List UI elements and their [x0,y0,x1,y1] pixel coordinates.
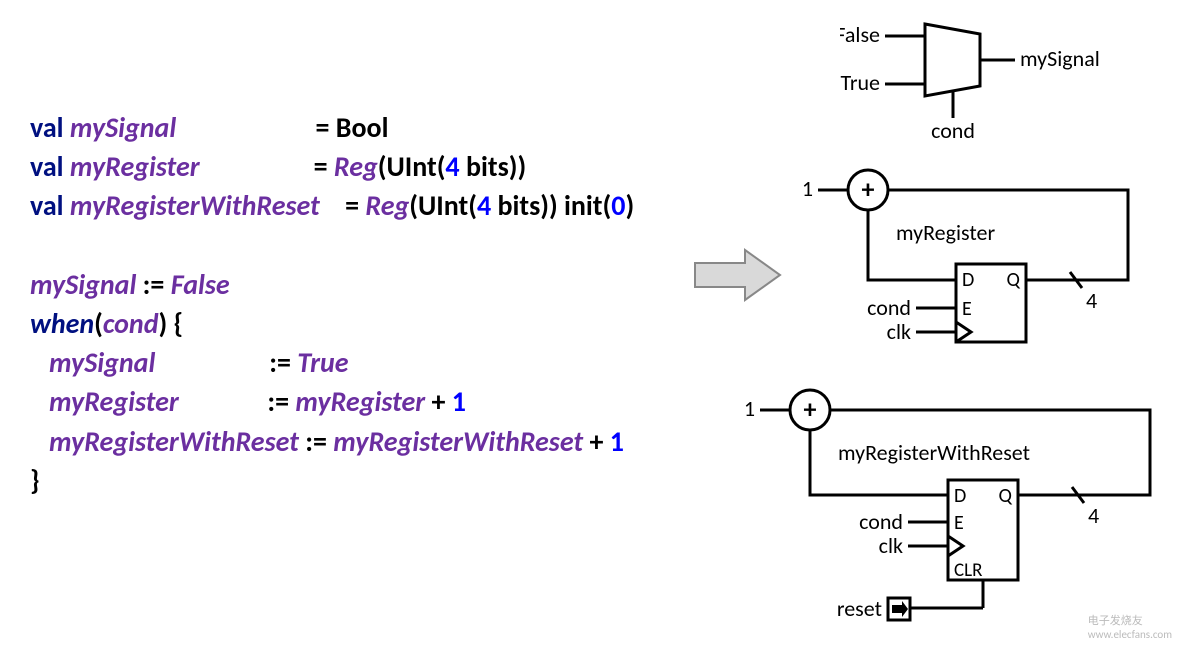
adder-input-one: 1 [802,175,813,202]
watermark-title: 电子发烧友 [1088,612,1172,628]
keyword-val: val [30,110,64,145]
signal-clk: clk [887,318,911,345]
mux-output: mySignal [1020,45,1100,72]
diagram-register-reset: + 1 myRegisterWithReset D Q E CLR cond c… [730,380,1180,640]
paren: ) { [158,306,183,341]
paren: ) [625,188,634,223]
assign-op: := [269,345,291,380]
call-reg: Reg [365,188,409,223]
paren: bits)) init( [491,188,611,223]
rhs-myregister: myRegister [295,384,425,419]
paren: (UInt( [409,188,477,223]
code-line-10: } [30,461,634,500]
identifier-cond: cond [103,306,159,341]
literal-false: False [171,267,230,302]
bus-width: 4 [1088,502,1099,529]
watermark-url: www.elecfans.com [1088,628,1172,641]
identifier-myregister: myRegister [49,384,179,419]
literal-true: True [297,345,348,380]
signal-clk: clk [879,532,903,559]
assign-op: := [143,267,165,302]
port-e: E [954,511,964,535]
port-e: E [962,297,972,321]
diagram-mux: False True mySignal cond [840,6,1170,141]
mux-input-false: False [840,21,880,48]
code-line-9: myRegisterWithReset := myRegisterWithRes… [30,422,634,461]
equals: = [315,110,329,145]
signal-cond: cond [859,508,903,535]
equals: = [314,149,328,184]
code-line-7: mySignal := True [30,343,634,382]
register-reset-label: myRegisterWithReset [838,439,1030,466]
code-block: val mySignal = Bool val myRegister = Reg… [30,108,634,500]
plus: + [589,424,603,459]
code-line-8: myRegister := myRegister + 1 [30,382,634,421]
number-1: 1 [610,424,624,459]
identifier-mysignal: mySignal [30,267,136,302]
port-d: D [954,484,966,508]
identifier-mysignal: mySignal [49,345,155,380]
rhs-myregisterwithreset: myRegisterWithReset [333,424,583,459]
assign-op: := [305,424,327,459]
paren: ( [94,306,103,341]
signal-reset: reset [837,595,882,622]
call-reg: Reg [334,149,378,184]
keyword-val: val [30,149,64,184]
register-label: myRegister [896,219,995,246]
type-bool: Bool [336,110,389,145]
number-1: 1 [452,384,466,419]
diagram-register: + 1 myRegister D Q E cond clk 4 [788,160,1168,355]
port-q: Q [1007,268,1021,292]
number-4: 4 [445,149,459,184]
code-line-2: val myRegister = Reg(UInt(4 bits)) [30,147,634,186]
arrow-icon [690,245,785,305]
adder-input-one: 1 [744,395,755,422]
identifier-myregister: myRegister [70,149,200,184]
identifier-myregisterwithreset: myRegisterWithReset [49,424,299,459]
port-d: D [962,268,974,292]
mux-input-true: True [840,69,880,96]
port-q: Q [999,484,1013,508]
keyword-when: when [30,306,94,341]
number-4: 4 [477,188,491,223]
code-line-1: val mySignal = Bool [30,108,634,147]
code-blank [30,226,634,265]
identifier-myregisterwithreset: myRegisterWithReset [70,188,320,223]
keyword-val: val [30,188,64,223]
number-0: 0 [611,188,625,223]
code-line-3: val myRegisterWithReset = Reg(UInt(4 bit… [30,186,634,225]
signal-cond: cond [867,294,911,321]
equals: = [345,188,359,223]
code-line-5: mySignal := False [30,265,634,304]
close-brace: } [30,463,40,498]
watermark: 电子发烧友 www.elecfans.com [1088,612,1172,641]
adder-plus-icon: + [804,393,817,425]
bus-width: 4 [1086,287,1097,314]
mux-select: cond [931,117,975,141]
assign-op: := [267,384,289,419]
code-line-6: when(cond) { [30,304,634,343]
paren: bits)) [460,149,527,184]
paren: (UInt( [378,149,446,184]
adder-plus-icon: + [862,173,875,205]
identifier-mysignal: mySignal [70,110,176,145]
port-clr: CLR [954,559,983,582]
plus: + [431,384,445,419]
